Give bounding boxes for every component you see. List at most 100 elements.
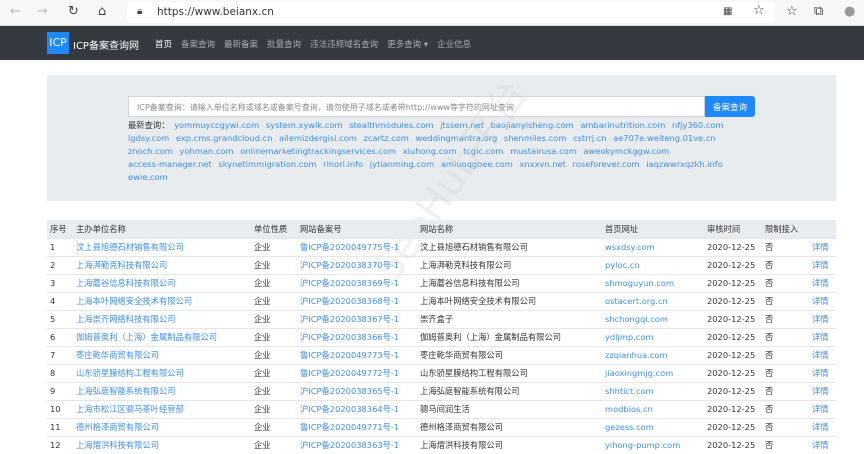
details-link[interactable]: 详情 — [809, 345, 836, 364]
nav-home[interactable]: 首页 — [155, 38, 172, 50]
sponsor-name-link[interactable]: 上海湃勒克科技有限公司 — [73, 255, 251, 274]
recent-query-link[interactable]: ae707e.weiteng.01ve.cn — [613, 132, 716, 145]
logo[interactable]: ICP — [47, 32, 69, 54]
sponsor-name-link[interactable]: 上海本叶网络安全技术有限公司 — [73, 291, 251, 310]
details-link[interactable]: 详情 — [809, 255, 836, 274]
details-link[interactable]: 详情 — [809, 435, 836, 454]
recent-query-link[interactable]: access-manager.net — [128, 158, 212, 171]
collections-icon[interactable]: ⧉ — [814, 4, 823, 20]
recent-query-link[interactable]: tcgic.com — [463, 145, 503, 158]
sponsor-name-link[interactable]: 上海熠洪科技有限公司 — [73, 435, 251, 454]
details-link[interactable]: 详情 — [809, 399, 836, 418]
homepage-link[interactable]: modbios.cn — [602, 399, 704, 418]
icp-number-link[interactable]: 沪ICP备2020038365号-1 — [297, 381, 417, 400]
sponsor-name-link[interactable]: 德州格泽商贸有限公司 — [73, 417, 251, 436]
sponsor-name-link[interactable]: 上海蘑谷信息科技有限公司 — [73, 273, 251, 292]
profile-avatar-icon[interactable]: ● — [844, 4, 855, 20]
homepage-link[interactable]: shhtict.com — [602, 381, 704, 400]
details-link[interactable]: 详情 — [809, 291, 836, 310]
recent-query-link[interactable]: mustairusa.com — [510, 145, 577, 158]
lock-icon[interactable]: 🔒︎ — [137, 4, 142, 20]
recent-query-link[interactable]: ewie.com — [128, 171, 168, 184]
details-link[interactable]: 详情 — [809, 273, 836, 292]
nav-latest[interactable]: 最新备案 — [224, 38, 258, 50]
home-icon[interactable]: ⌂ — [98, 4, 106, 20]
homepage-link[interactable]: shchongqi.com — [602, 309, 704, 328]
homepage-link[interactable]: ydljmp.com — [602, 327, 704, 346]
details-link[interactable]: 详情 — [809, 327, 836, 346]
icp-number-link[interactable]: 沪ICP备2020038366号-1 — [297, 327, 417, 346]
qr-code-icon[interactable]: ▦ — [723, 4, 732, 20]
favorites-list-icon[interactable]: ☆ — [786, 4, 798, 20]
details-link[interactable]: 详情 — [809, 363, 836, 382]
recent-query-link[interactable]: ailemizdergisi.com — [279, 132, 357, 145]
favorite-star-icon[interactable]: ☆ — [753, 3, 765, 19]
search-input[interactable]: ICP备案查询：请输入单位名称或域名或备案号查询，请勿使用子域名或者带http:… — [128, 96, 705, 117]
homepage-link[interactable]: yihong-pump.com — [602, 435, 704, 454]
recent-query-link[interactable]: shenmiles.com — [504, 132, 566, 145]
sponsor-name-link[interactable]: 山东骄星膜结构工程有限公司 — [73, 363, 251, 382]
icp-number-link[interactable]: 鲁ICP备2020049771号-1 — [297, 417, 417, 436]
recent-query-link[interactable]: xnxxvn.net — [519, 158, 565, 171]
recent-query-link[interactable]: aweokymckggw.com — [583, 145, 669, 158]
nav-company-info[interactable]: 企业信息 — [437, 38, 471, 50]
details-link[interactable]: 详情 — [809, 417, 836, 436]
brand-name[interactable]: ICP备案查询网 — [73, 37, 139, 52]
sponsor-name-link[interactable]: 枣庄乾华商贸有限公司 — [73, 345, 251, 364]
sponsor-name-link[interactable]: 上海崇齐网络科技有限公司 — [73, 309, 251, 328]
back-icon[interactable]: ← — [10, 4, 21, 20]
recent-query-link[interactable]: system.xywlk.com — [266, 119, 343, 132]
address-bar[interactable]: 🔒︎ https://www.beianx.cn ▦ ☆ — [127, 2, 775, 23]
recent-query-link[interactable]: weddingmantra.org — [416, 132, 498, 145]
recent-query-link[interactable]: cstrrj.cn — [573, 132, 607, 145]
homepage-link[interactable]: jiaoxingmjg.com — [602, 363, 704, 382]
recent-query-link[interactable]: onlinemarketingtrackingservices.com — [240, 145, 396, 158]
homepage-link[interactable]: pyloc.cn — [602, 255, 704, 274]
recent-query-link[interactable]: jtssem.net — [440, 119, 484, 132]
recent-query-link[interactable]: baojianyisheng.com — [491, 119, 574, 132]
recent-query-link[interactable]: exp.cms.grandcloud.cn — [176, 132, 273, 145]
icp-number-link[interactable]: 沪ICP备2020038364号-1 — [297, 399, 417, 418]
sponsor-name-link[interactable]: 上海市松江区骢马茶叶经营部 — [73, 399, 251, 418]
sponsor-name-link[interactable]: 上海弘庭智能系统有限公司 — [73, 381, 251, 400]
icp-number-link[interactable]: 鲁ICP备2020049772号-1 — [297, 363, 417, 382]
refresh-icon[interactable]: ↻ — [68, 4, 79, 20]
sponsor-name-link[interactable]: 汶上县旭德石材销售有限公司 — [73, 237, 251, 256]
recent-query-link[interactable]: roseforever.com — [573, 158, 640, 171]
recent-query-link[interactable]: yohman.com — [180, 145, 234, 158]
details-link[interactable]: 详情 — [809, 381, 836, 400]
recent-query-link[interactable]: ambarinutrition.com — [580, 119, 665, 132]
icp-number-link[interactable]: 沪ICP备2020038363号-1 — [297, 435, 417, 454]
recent-query-link[interactable]: zcartz.com — [364, 132, 409, 145]
recent-query-link[interactable]: iaqzwwrxqzkh.info — [646, 158, 723, 171]
details-link[interactable]: 详情 — [809, 309, 836, 328]
icp-number-link[interactable]: 沪ICP备2020038368号-1 — [297, 291, 417, 310]
sponsor-name-link[interactable]: 伽姆普奥利（上海）金属制品有限公司 — [73, 327, 251, 346]
recent-query-link[interactable]: znoch.com — [128, 145, 173, 158]
nav-illegal-domain[interactable]: 违法违规域名查询 — [310, 38, 378, 50]
recent-query-link[interactable]: xiuhong.com — [403, 145, 457, 158]
recent-query-link[interactable]: lgdsy.com — [128, 132, 169, 145]
homepage-link[interactable]: wsxdsy.com — [602, 237, 704, 256]
homepage-link[interactable]: gezess.com — [602, 417, 704, 436]
nav-batch-query[interactable]: 批量查询 — [267, 38, 301, 50]
recent-query-link[interactable]: stealthmodules.com — [349, 119, 433, 132]
nav-icp-query[interactable]: 备案查询 — [181, 38, 215, 50]
nav-more-dropdown[interactable]: 更多查询 ▾ — [387, 38, 428, 50]
recent-query-link[interactable]: yommuyccgywi.com — [174, 119, 259, 132]
icp-number-link[interactable]: 鲁ICP备2020049775号-1 — [297, 237, 417, 256]
recent-query-link[interactable]: skynetimmigration.com — [218, 158, 316, 171]
homepage-link[interactable]: shmoguyun.com — [602, 273, 704, 292]
icp-number-link[interactable]: 沪ICP备2020038367号-1 — [297, 309, 417, 328]
forward-icon[interactable]: → — [37, 4, 48, 20]
search-button[interactable]: 备案查询 — [705, 96, 755, 117]
icp-number-link[interactable]: 鲁ICP备2020049773号-1 — [297, 345, 417, 364]
recent-query-link[interactable]: amiuoqgoee.com — [441, 158, 513, 171]
recent-query-link[interactable]: nfjy360.com — [672, 119, 724, 132]
details-link[interactable]: 详情 — [809, 237, 836, 256]
homepage-link[interactable]: zzqianhua.com — [602, 345, 704, 364]
recent-query-link[interactable]: rinori.info — [323, 158, 363, 171]
recent-query-link[interactable]: jytianming.com — [370, 158, 434, 171]
homepage-link[interactable]: ostacert.org.cn — [602, 291, 704, 310]
icp-number-link[interactable]: 沪ICP备2020038370号-1 — [297, 255, 417, 274]
